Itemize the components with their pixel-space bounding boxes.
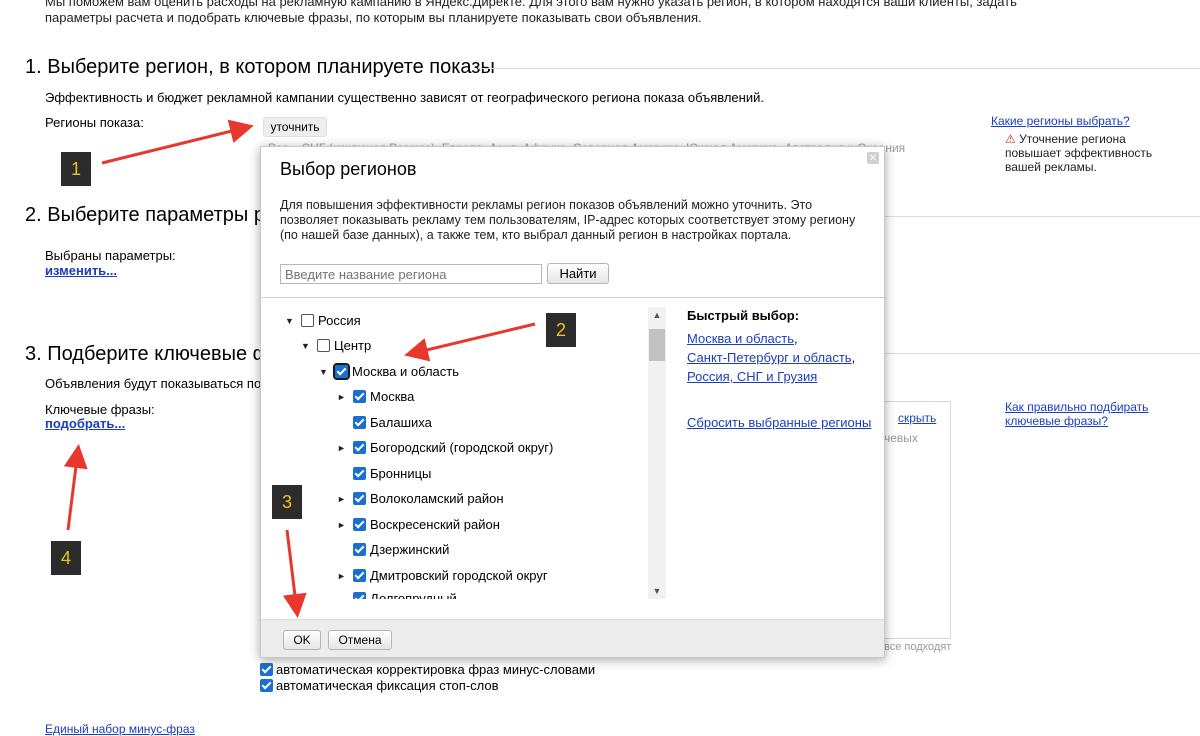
marker-1: 1 [61,152,91,186]
arrow-4 [63,444,88,531]
marker-4: 4 [51,541,81,575]
arrow-1 [101,119,254,165]
marker-3: 3 [272,485,302,519]
arrow-2 [404,322,536,362]
annotation-arrows [63,119,536,618]
marker-2: 2 [546,313,576,347]
arrow-3 [282,529,307,618]
